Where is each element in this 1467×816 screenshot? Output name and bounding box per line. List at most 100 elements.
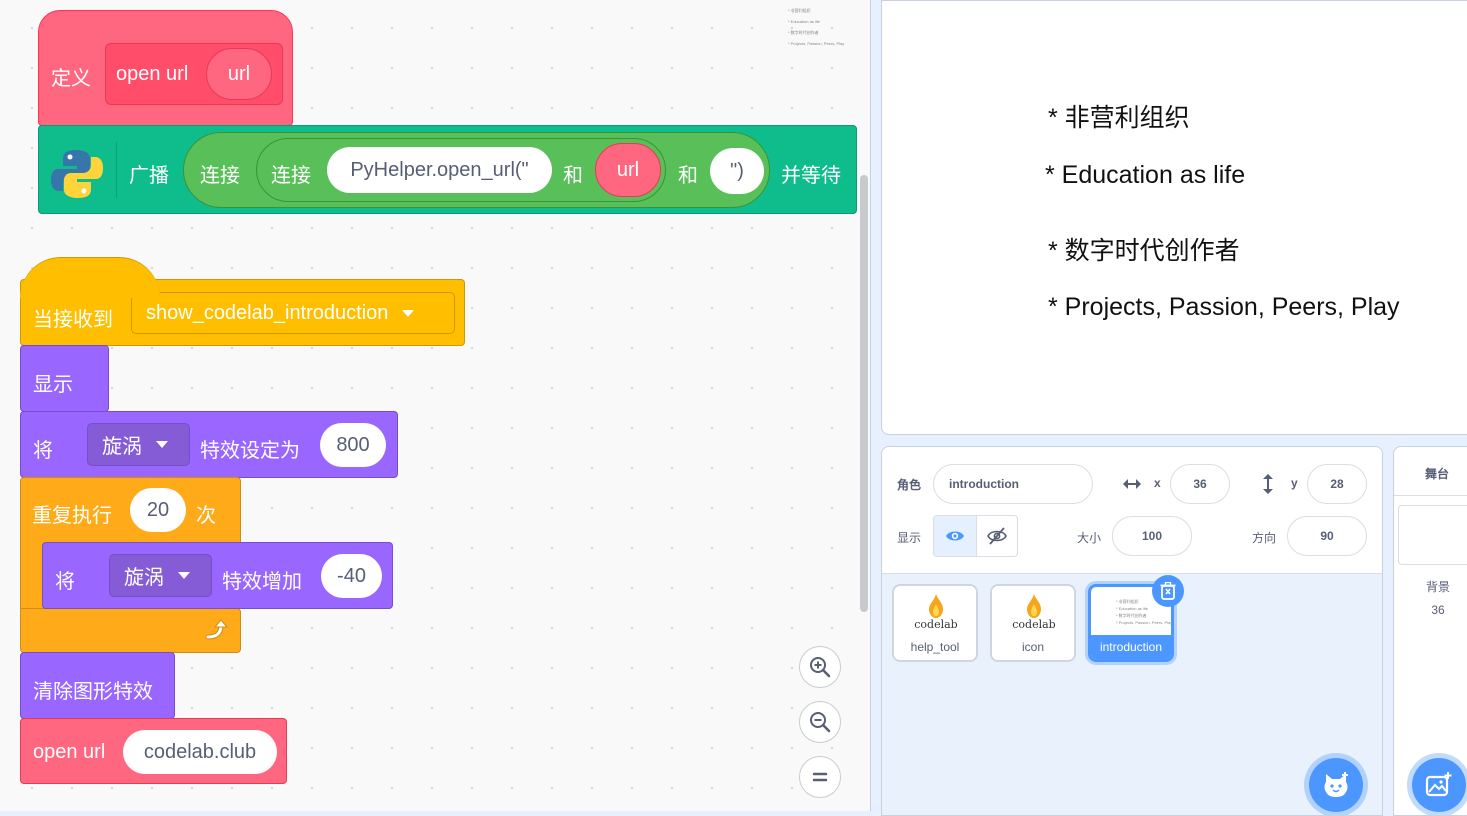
repeat-count-input[interactable]: 20 <box>130 488 186 532</box>
change-by-label: 特效增加 <box>222 571 302 593</box>
x-arrows-icon <box>1123 479 1141 489</box>
zoom-reset-icon <box>812 772 828 782</box>
clear-effects-block[interactable]: 清除图形特效 <box>20 652 175 719</box>
zoom-in-icon <box>810 657 831 678</box>
sprite-tile-help-tool[interactable]: codelab help_tool <box>892 584 978 662</box>
wait-label: 并等待 <box>781 165 841 187</box>
cat-plus-icon <box>1324 772 1348 797</box>
effect-dropdown[interactable]: 旋涡 <box>87 423 190 466</box>
stage-canvas[interactable]: * 非营利组织 * Education as life * 数字时代创作者 * … <box>881 0 1467 435</box>
visibility-toggle <box>933 515 1018 557</box>
python-icon <box>49 146 105 202</box>
set-label: 将 <box>33 440 53 462</box>
flame-icon <box>1027 594 1041 618</box>
stage-selector[interactable]: 舞台 背景 36 <box>1393 446 1467 816</box>
y-arrows-icon <box>1263 474 1273 494</box>
direction-label: 方向 <box>1252 531 1277 545</box>
proc-prototype[interactable]: open url url <box>105 43 283 105</box>
backdrop-count: 36 <box>1431 603 1445 617</box>
zoom-out-icon <box>810 712 831 733</box>
effect-name-2: 旋涡 <box>124 567 164 589</box>
show-hidden-button[interactable] <box>976 516 1017 556</box>
chevron-down-icon <box>156 441 168 448</box>
backdrop-thumbnail[interactable] <box>1398 505 1467 565</box>
show-label: 显示 <box>33 374 73 396</box>
logo-text: codelab <box>1012 618 1056 631</box>
define-label: 定义 <box>51 68 91 90</box>
logo-text: codelab <box>914 618 958 631</box>
size-input[interactable]: 100 <box>1112 516 1192 556</box>
and-label-1: 和 <box>563 165 583 187</box>
intro-line-4: * Projects, Passion, Peers, Play <box>1048 293 1400 321</box>
y-label: y <box>1291 476 1298 490</box>
sprite-pane: 角色 introduction x 36 y 28 显示 大小 100 方向 9… <box>881 446 1383 816</box>
url-value-input[interactable]: codelab.club <box>123 730 277 774</box>
set-to-label: 特效设定为 <box>200 440 300 462</box>
proc-arg-url[interactable]: url <box>206 48 272 100</box>
codelab-logo: codelab <box>1010 594 1058 634</box>
show-label: 显示 <box>897 531 922 545</box>
effect-dropdown-2[interactable]: 旋涡 <box>109 554 212 597</box>
open-url-call-block[interactable]: open url codelab.club <box>20 718 287 784</box>
clear-effects-label: 清除图形特效 <box>33 681 153 703</box>
codelab-logo: codelab <box>912 594 960 634</box>
chevron-down-icon <box>402 309 415 317</box>
loop-arrow-icon <box>202 617 229 643</box>
sprite-name-icon: icon <box>1021 640 1044 654</box>
direction-input[interactable]: 90 <box>1287 516 1367 556</box>
code-area-border <box>870 0 871 811</box>
repeat-arm <box>20 537 44 617</box>
delete-sprite-button[interactable] <box>1152 575 1184 607</box>
zoom-reset-button[interactable] <box>799 756 841 798</box>
set-effect-block[interactable]: 将 旋涡 特效设定为 800 <box>20 411 398 478</box>
string-close[interactable]: ") <box>710 148 764 194</box>
effect-name: 旋涡 <box>102 436 142 458</box>
sprite-name-help-tool: help_tool <box>910 640 960 654</box>
url-reporter[interactable]: url <box>595 143 661 197</box>
show-block[interactable]: 显示 <box>20 345 109 412</box>
flame-icon <box>929 594 943 618</box>
change-value-input[interactable]: -40 <box>321 554 382 598</box>
x-input[interactable]: 36 <box>1170 464 1230 504</box>
set-value-input[interactable]: 800 <box>320 423 386 467</box>
eye-slash-icon <box>987 527 1007 545</box>
y-input[interactable]: 28 <box>1307 464 1367 504</box>
intro-line-2: * Education as life <box>1045 161 1246 189</box>
stage-pane-title: 舞台 <box>1424 467 1449 481</box>
sprite-tile-icon[interactable]: codelab icon <box>990 584 1076 662</box>
python-broadcast-block[interactable]: 广播 连接 连接 PyHelper.open_url(" 和 url 和 ") … <box>38 125 857 214</box>
and-label-2: 和 <box>678 165 698 187</box>
backdrop-label: 背景 <box>1425 580 1450 594</box>
chevron-down-icon <box>178 572 190 579</box>
eye-icon <box>946 531 964 541</box>
message-name: show_codelab_introduction <box>146 301 389 324</box>
sprite-label: 角色 <box>897 478 922 492</box>
join-outer-label: 连接 <box>200 165 240 187</box>
hat-label: 当接收到 <box>33 309 113 331</box>
sprite-name-input[interactable]: introduction <box>933 464 1093 504</box>
sprite-name-introduction: introduction <box>1099 640 1163 654</box>
code-area[interactable]: 定义 open url url 广播 连接 连接 PyHelper.open_u… <box>0 0 870 811</box>
size-label: 大小 <box>1077 531 1102 545</box>
join-outer[interactable]: 连接 连接 PyHelper.open_url(" 和 url 和 ") <box>183 132 770 208</box>
join-inner[interactable]: 连接 PyHelper.open_url(" 和 url <box>256 138 666 202</box>
open-url-label: open url <box>33 741 106 763</box>
sprite-info: 角色 introduction x 36 y 28 显示 大小 100 方向 9… <box>882 447 1382 574</box>
repeat-label: 重复执行 <box>32 505 112 527</box>
trash-icon <box>1160 582 1176 600</box>
x-label: x <box>1154 476 1161 490</box>
vertical-scrollbar[interactable] <box>860 175 868 612</box>
show-visible-button[interactable] <box>934 516 977 556</box>
stage-pane-divider <box>1394 495 1467 496</box>
add-backdrop-button[interactable] <box>1412 758 1466 812</box>
define-block[interactable]: 定义 open url url <box>38 10 293 126</box>
proc-name: open url <box>116 63 189 85</box>
message-dropdown[interactable]: show_codelab_introduction <box>131 292 455 334</box>
change-effect-block[interactable]: 将 旋涡 特效增加 -40 <box>42 542 393 609</box>
zoom-in-button[interactable] <box>799 646 841 688</box>
string-open-url[interactable]: PyHelper.open_url(" <box>327 147 552 193</box>
join-inner-label: 连接 <box>271 165 311 187</box>
zoom-out-button[interactable] <box>799 701 841 743</box>
times-label: 次 <box>196 505 216 527</box>
add-sprite-button[interactable] <box>1309 758 1363 812</box>
